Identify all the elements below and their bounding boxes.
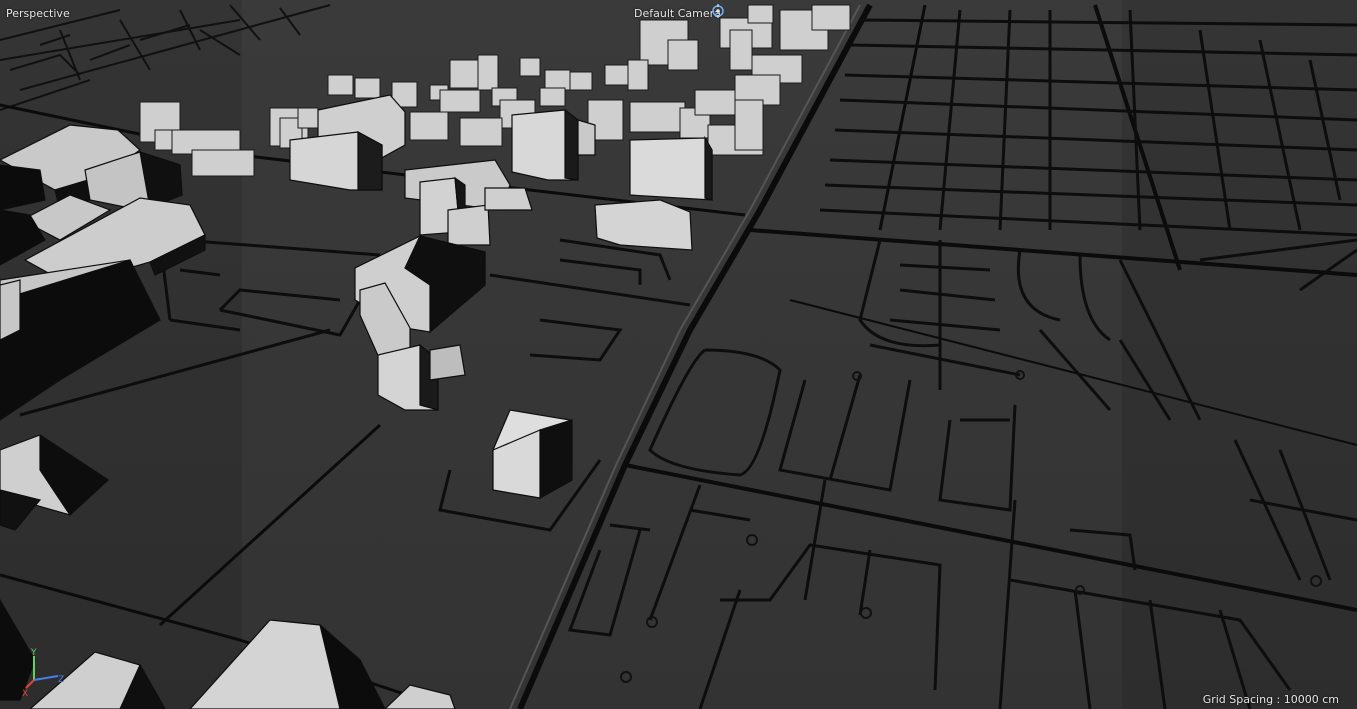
view-mode-label[interactable]: Perspective <box>6 7 70 20</box>
3d-viewport[interactable]: Perspective Default Camera Y X Z Grid Sp… <box>0 0 1357 709</box>
axis-y-label: Y <box>30 648 37 658</box>
axis-x-line <box>25 679 35 689</box>
axis-gizmo[interactable]: Y X Z <box>18 646 66 698</box>
axis-z-label: Z <box>58 675 64 685</box>
camera-name-label[interactable]: Default Camera <box>634 7 721 20</box>
city-scene[interactable] <box>0 0 1357 709</box>
axis-x-label: X <box>22 689 28 698</box>
axis-z-line <box>33 675 59 681</box>
camera-target-icon[interactable] <box>711 4 725 18</box>
grid-spacing-label: Grid Spacing : 10000 cm <box>1202 693 1339 706</box>
